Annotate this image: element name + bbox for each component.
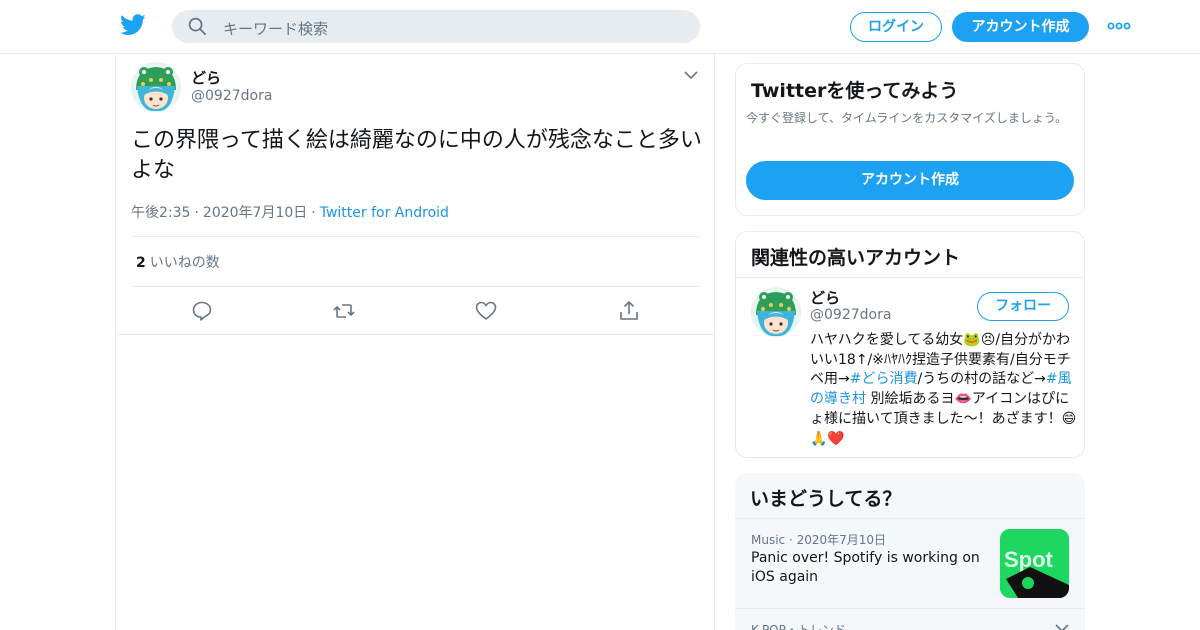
divider	[131, 286, 699, 287]
signup-card-description: 今すぐ登録して、タイムラインをカスタマイズしましょう。	[746, 111, 1068, 125]
divider	[735, 608, 1085, 609]
divider	[736, 277, 1084, 278]
likes-label: いいねの数	[149, 255, 220, 271]
tweet-text: この界隈って描く絵は綺麗なのに中の人が残念なこと多いよな	[131, 128, 702, 183]
hashtag-link[interactable]: #どら消費	[850, 371, 918, 387]
tweet-author-handle[interactable]: @0927dora	[191, 88, 272, 104]
follow-button[interactable]: フォロー	[977, 292, 1069, 321]
reply-icon[interactable]	[191, 300, 213, 322]
related-account-bio: ハヤハクを愛してる幼女🐸😣/自分がかわいい18↑/※ﾊﾔﾊｸ捏造子供要素有/自分…	[810, 331, 1078, 449]
top-nav-bar: キーワード検索 ログイン アカウント作成	[0, 0, 1200, 54]
trend-item-meta: Music · 2020年7月10日	[751, 533, 887, 547]
retweet-icon[interactable]	[333, 300, 355, 322]
search-input[interactable]: キーワード検索	[223, 18, 328, 39]
separator-dot: ·	[194, 205, 199, 221]
avatar-illustration	[751, 287, 801, 337]
trend-category: Music	[751, 533, 786, 547]
avatar[interactable]	[751, 287, 801, 337]
related-accounts-card: 関連性の高いアカウント どら @0927dora フォロー ハヤハクを愛してる幼…	[735, 231, 1085, 458]
separator-dot: ·	[311, 205, 316, 221]
related-card-title: 関連性の高いアカウント	[751, 247, 961, 269]
tweet-source-link[interactable]: Twitter for Android	[320, 205, 449, 221]
trends-card-title: いまどうしてる？	[750, 488, 902, 510]
related-account-handle[interactable]: @0927dora	[810, 307, 891, 323]
signup-button[interactable]: アカウント作成	[952, 12, 1089, 42]
related-account-name[interactable]: どら	[810, 287, 840, 308]
chevron-down-icon[interactable]	[684, 70, 698, 80]
login-button[interactable]: ログイン	[850, 12, 942, 42]
tweet-actions	[116, 300, 714, 322]
tweet-time: 午後2:35	[131, 205, 191, 221]
divider	[116, 334, 714, 335]
trends-card: いまどうしてる？ Music · 2020年7月10日 Panic over! …	[735, 473, 1085, 630]
trend-date: 2020年7月10日	[796, 533, 887, 547]
twitter-bird-icon[interactable]	[120, 13, 146, 37]
tweet-timestamp: 午後2:35 · 2020年7月10日 · Twitter for Android	[131, 202, 449, 222]
likes-count: 2	[136, 255, 146, 271]
search-box[interactable]: キーワード検索	[172, 10, 700, 43]
signup-card-title: Twitterを使ってみよう	[751, 80, 959, 102]
share-icon[interactable]	[618, 300, 640, 322]
bio-text: /うちの村の話など→	[917, 371, 1046, 388]
trend-item-title[interactable]: Panic over! Spotify is working on iOS ag…	[751, 549, 983, 587]
search-icon	[188, 17, 206, 35]
tweet-date: 2020年7月10日	[202, 205, 308, 221]
tweet-detail-panel: どら @0927dora この界隈って描く絵は綺麗なのに中の人が残念なこと多いよ…	[115, 54, 715, 630]
likes-stat[interactable]: 2 いいねの数	[136, 252, 220, 272]
signup-card-button[interactable]: アカウント作成	[746, 161, 1074, 200]
trend-thumbnail[interactable]: Spot	[1000, 529, 1069, 598]
signup-card: Twitterを使ってみよう 今すぐ登録して、タイムラインをカスタマイズしましょ…	[735, 63, 1085, 216]
divider	[131, 236, 699, 237]
avatar-illustration	[131, 62, 181, 112]
chevron-down-icon[interactable]	[1055, 623, 1069, 630]
avatar[interactable]	[131, 62, 181, 112]
tweet-author-name[interactable]: どら	[191, 67, 221, 88]
more-options-icon[interactable]	[1107, 20, 1131, 32]
trend-item-meta: K-POP・トレンド	[751, 623, 846, 630]
spotify-thumbnail-image: Spot	[1000, 529, 1069, 598]
like-icon[interactable]	[475, 300, 497, 322]
divider	[735, 518, 1085, 519]
